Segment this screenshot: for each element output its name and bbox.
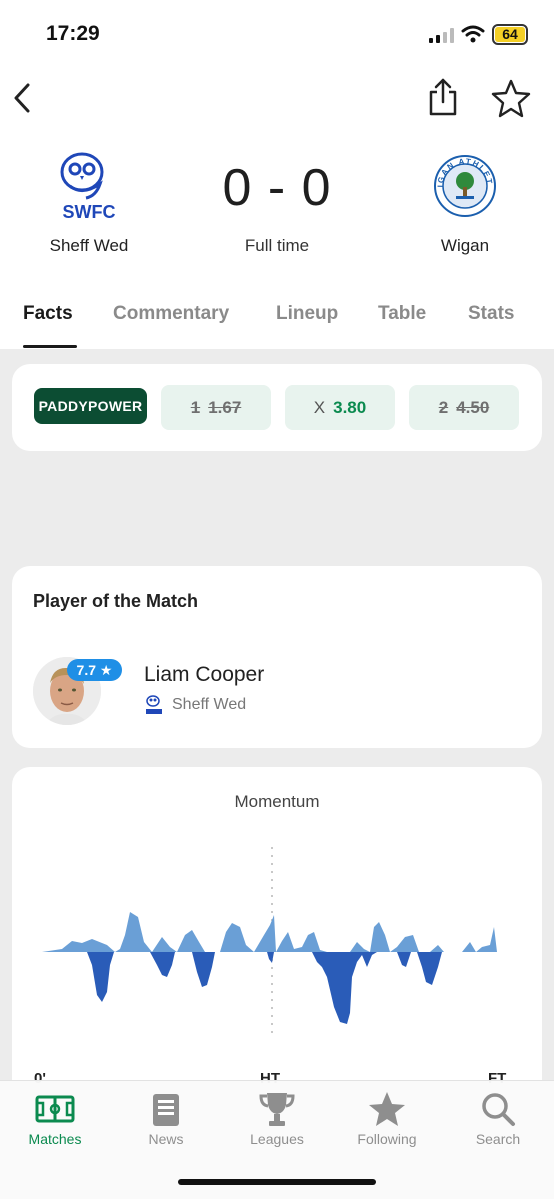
tab-stats[interactable]: Stats [468, 303, 514, 325]
favorite-star-button[interactable] [490, 78, 532, 118]
odds-draw-value: 3.80 [333, 398, 367, 417]
odds-home-button[interactable]: 1 1.67 [161, 385, 271, 430]
odds-away-value: 4.50 [456, 398, 490, 417]
odds-away-label: 2 [438, 398, 449, 417]
trophy-icon [259, 1093, 295, 1126]
odds-draw-label: X [313, 398, 326, 417]
odds-draw-button[interactable]: X 3.80 [285, 385, 395, 430]
match-status: Full time [244, 236, 310, 255]
home-team-name[interactable]: Sheff Wed [30, 236, 148, 256]
bookmaker-logo[interactable]: PADDYPOWER [34, 388, 147, 424]
nav-news[interactable]: News [116, 1081, 216, 1161]
player-of-match-card[interactable]: Player of the Match 7.7 ★ Liam Cooper Sh… [12, 566, 542, 748]
tab-commentary[interactable]: Commentary [113, 303, 229, 325]
away-team-name[interactable]: Wigan [406, 236, 524, 256]
odds-card: PADDYPOWER 1 1.67 X 3.80 2 4.50 [12, 364, 542, 451]
nav-following-label: Following [357, 1131, 417, 1147]
sheff-wed-crest: SWFC [60, 152, 116, 222]
momentum-title: Momentum [234, 792, 320, 811]
nav-leagues-label: Leagues [250, 1131, 304, 1147]
share-button[interactable] [424, 76, 462, 118]
odds-home-label: 1 [190, 398, 201, 417]
star-icon [369, 1092, 405, 1126]
momentum-card: Momentum 0' HT FT [12, 767, 542, 1127]
news-icon [153, 1094, 179, 1126]
signal-icon [429, 28, 454, 43]
pitch-icon [35, 1095, 75, 1123]
tab-lineup[interactable]: Lineup [276, 303, 338, 325]
nav-leagues[interactable]: Leagues [227, 1081, 327, 1161]
tab-facts[interactable]: Facts [23, 303, 73, 325]
away-momentum-area [42, 912, 497, 952]
home-indicator [178, 1179, 376, 1185]
rating-star-icon: ★ [99, 662, 113, 678]
nav-following[interactable]: Following [337, 1081, 437, 1161]
player-name[interactable]: Liam Cooper [144, 663, 264, 687]
battery-level: 64 [502, 26, 518, 42]
tab-table[interactable]: Table [378, 303, 426, 325]
player-rating-badge: 7.7 ★ [67, 659, 122, 681]
player-rating: 7.7 [76, 662, 96, 678]
nav-search[interactable]: Search [448, 1081, 548, 1161]
active-tab-indicator [23, 345, 77, 348]
battery-icon: 64 [492, 24, 528, 45]
search-icon [482, 1093, 515, 1126]
score: 0 - 0 [222, 159, 332, 217]
nav-matches[interactable]: Matches [5, 1081, 105, 1161]
wigan-crest: WIGAN ATHLETIC [433, 154, 496, 217]
nav-news-label: News [148, 1131, 184, 1147]
player-team: Sheff Wed [172, 696, 247, 713]
nav-matches-label: Matches [28, 1131, 82, 1147]
back-button[interactable] [8, 80, 40, 116]
potm-title: Player of the Match [33, 591, 199, 611]
svg-text:SWFC: SWFC [63, 202, 116, 222]
home-momentum-area [42, 952, 497, 1024]
status-time: 17:29 [46, 22, 100, 45]
match-header: 17:29 64 SWFC 0 - 0 IGAN ATHLET Sheff We… [0, 0, 554, 349]
wifi-icon [461, 25, 485, 43]
odds-away-button[interactable]: 2 4.50 [409, 385, 519, 430]
nav-search-label: Search [475, 1131, 521, 1147]
odds-home-value: 1.67 [208, 398, 242, 417]
player-team-crest-icon [146, 695, 162, 714]
